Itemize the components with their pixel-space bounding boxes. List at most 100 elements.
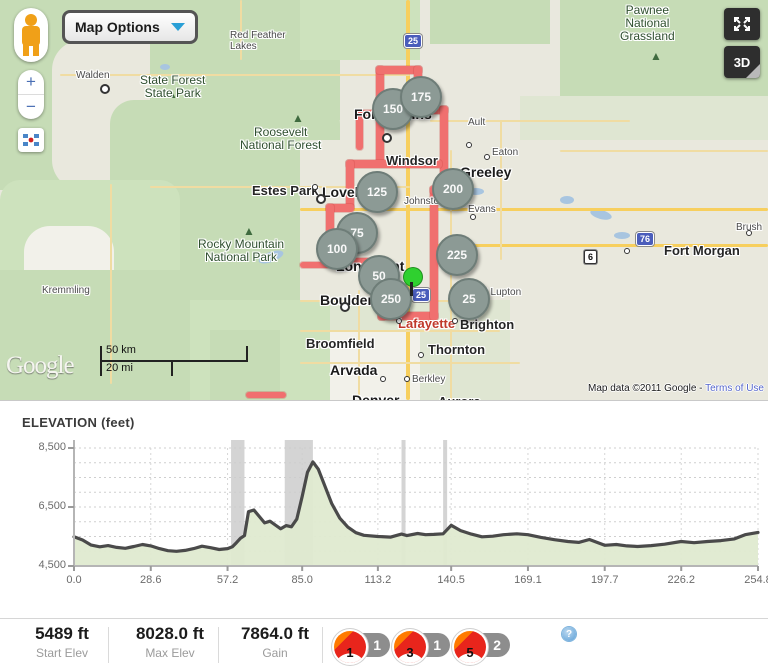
map-label: Rocky Mountain National Park: [198, 237, 285, 264]
tree-icon: ▲: [292, 111, 304, 125]
map-label: Eaton: [492, 147, 519, 158]
mountain-icon: 5: [452, 629, 488, 665]
mile-marker[interactable]: 100: [316, 228, 358, 270]
highway-shield-icon: 6: [584, 250, 598, 264]
city-dot: [312, 184, 318, 190]
help-icon[interactable]: ?: [562, 627, 576, 641]
city-dot: [466, 142, 472, 148]
mile-marker[interactable]: 175: [400, 76, 442, 118]
highway-shield-icon: 76: [636, 232, 655, 246]
recenter-icon[interactable]: [18, 128, 44, 152]
route-start-pin[interactable]: [404, 268, 422, 296]
climb-category-number: 1: [346, 645, 354, 660]
y-axis-tick-label: 8,500: [38, 441, 66, 453]
road-minor: [430, 120, 630, 122]
elevation-title: ELEVATION (feet): [22, 415, 135, 430]
city-dot: [418, 352, 424, 358]
scale-imperial: 20 mi: [106, 362, 133, 374]
chevron-down-icon: [171, 23, 185, 31]
mile-marker-label: 200: [442, 182, 464, 196]
climb-category-badge[interactable]: 13: [392, 629, 450, 665]
mile-marker[interactable]: 125: [356, 171, 398, 213]
mile-marker[interactable]: 200: [432, 168, 474, 210]
mile-marker-label: 100: [326, 242, 348, 256]
x-axis-tick-label: 113.2: [364, 574, 392, 586]
elevation-panel: ELEVATION (feet) 4,500 6,500 8,500 0.0 28.6…: [0, 400, 768, 618]
climb-category-number: 3: [406, 645, 414, 660]
divider: [322, 627, 323, 663]
map-label: Red Feather Lakes: [230, 30, 286, 52]
x-axis-tick-label: 140.5: [437, 574, 465, 586]
map-label: Kremmling: [42, 285, 90, 296]
map-label: State Forest State Park: [140, 73, 206, 100]
stat-item: 8028.0 ft Max Elev: [120, 623, 220, 661]
map-options-button[interactable]: Map Options: [62, 10, 198, 44]
three-d-button[interactable]: 3D: [724, 46, 760, 78]
climb-category-badge[interactable]: 25: [452, 629, 510, 665]
map-options-label: Map Options: [75, 19, 160, 35]
tree-icon: ▲: [650, 49, 662, 63]
map-label: Denver: [352, 392, 400, 400]
city-dot: [470, 214, 476, 220]
stat-value: 8028.0 ft: [135, 624, 205, 643]
highway-shield-icon: 25: [404, 34, 423, 48]
stat-label: Max Elev: [145, 646, 195, 660]
street-view-pegman-icon[interactable]: [14, 8, 48, 62]
zoom-in-button[interactable]: +: [18, 70, 44, 95]
zoom-controls[interactable]: + −: [18, 70, 44, 119]
mile-marker[interactable]: 250: [370, 278, 412, 320]
google-logo: Google: [6, 352, 75, 379]
mountain-icon: 1: [332, 629, 368, 665]
divider: [218, 627, 219, 663]
stat-value: 7864.0 ft: [240, 624, 310, 643]
tree-icon: ▲: [243, 224, 255, 238]
city-dot: [380, 376, 386, 382]
zoom-out-button[interactable]: −: [18, 95, 44, 119]
highway-shield-icon: 25: [412, 288, 431, 302]
city-dot: [404, 376, 410, 382]
mile-marker[interactable]: 225: [436, 234, 478, 276]
y-axis-tick-label: 4,500: [38, 559, 66, 571]
climb-category-badge[interactable]: 11: [332, 629, 390, 665]
stat-item: 7864.0 ft Gain: [232, 623, 318, 661]
terrain-area: [300, 0, 420, 60]
map-scale-bar: 50 km 20 mi: [100, 344, 248, 378]
map-label: Berkley: [412, 374, 446, 385]
map-canvas[interactable]: ▲ ▲ ▲ ▲ Pawnee National Grassland Red Feath…: [0, 0, 768, 400]
road-minor: [560, 150, 768, 152]
x-axis-tick-label: 197.7: [590, 574, 619, 586]
map-top-right-controls[interactable]: 3D: [724, 8, 760, 78]
mile-marker-label: 25: [462, 292, 476, 306]
map-label: Estes Park: [252, 183, 319, 198]
map-label: Broomfield: [306, 336, 375, 351]
map-label: Ault: [468, 117, 486, 128]
mile-marker-label: 175: [410, 90, 432, 104]
city-dot: [746, 230, 752, 236]
y-axis-tick-label: 6,500: [38, 500, 66, 512]
route-map-app: ▲ ▲ ▲ ▲ Pawnee National Grassland Red Feath…: [0, 0, 768, 671]
mile-marker-label: 225: [446, 248, 468, 262]
city-dot: [100, 84, 110, 94]
stat-value: 5489 ft: [35, 624, 89, 643]
stat-item: 5489 ft Start Elev: [20, 623, 104, 661]
climb-category-badges[interactable]: 111325: [332, 629, 510, 665]
map-label: Arvada: [330, 362, 378, 378]
map-label: Thornton: [428, 342, 486, 357]
climb-category-number: 5: [466, 645, 474, 660]
lake: [160, 64, 170, 70]
mile-marker-label: 150: [382, 102, 404, 116]
city-dot: [452, 318, 458, 324]
fullscreen-icon[interactable]: [724, 8, 760, 40]
lake: [614, 232, 630, 239]
map-label: Windsor: [386, 153, 438, 168]
scale-metric: 50 km: [106, 344, 136, 356]
lake: [560, 196, 574, 204]
map-label: Fort Morgan: [664, 243, 740, 258]
city-dot: [340, 302, 350, 312]
map-label: Walden: [76, 70, 110, 81]
x-axis-tick-label: 169.1: [514, 574, 542, 586]
mile-marker[interactable]: 25: [448, 278, 490, 320]
elevation-chart-svg: [68, 440, 760, 571]
elevation-chart[interactable]: 4,500 6,500 8,500 0.0 28.6 57.2 85.0 113.2 140.…: [0, 431, 768, 591]
terms-of-use-link[interactable]: Terms of Use: [705, 383, 764, 394]
